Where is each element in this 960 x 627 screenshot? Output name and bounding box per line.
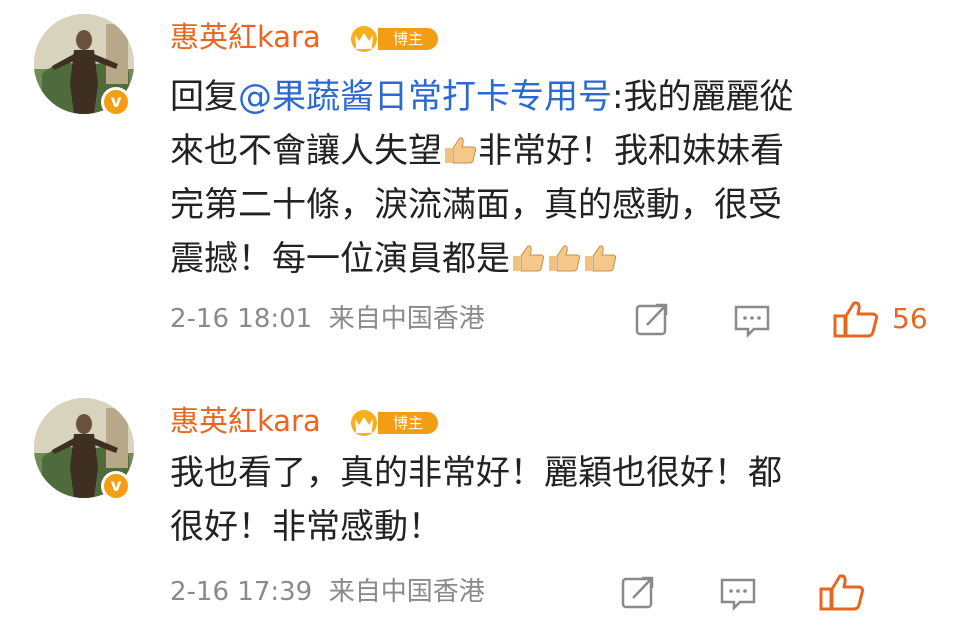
comment-icon — [734, 305, 770, 339]
like-icon — [819, 574, 865, 611]
comment-text-line: 來也不會讓人失望 — [170, 131, 442, 171]
like-count: 56 — [892, 302, 928, 335]
username[interactable]: 惠英紅kara — [170, 402, 321, 440]
comment-meta-row: 2-16 17:39 来自中国香港 — [170, 572, 960, 612]
comment-text-line: 非常好！我和妹妹看 — [478, 131, 784, 171]
repost-button[interactable] — [618, 572, 658, 612]
thumbs-up-emoji-icon — [585, 245, 617, 272]
verified-badge-icon: v — [101, 471, 131, 501]
comment-text-line: 我也看了，真的非常好！麗穎也很好！都 — [170, 453, 782, 493]
comment-text: 回复@果蔬酱日常打卡专用号:我的麗麗從 來也不會讓人失望 非常好！我和妹妹看 完第… — [170, 70, 900, 286]
comment-button[interactable] — [732, 299, 772, 339]
mention-link[interactable]: @果蔬酱日常打卡专用号 — [238, 77, 612, 117]
repost-icon — [621, 576, 654, 609]
repost-icon — [635, 303, 668, 336]
comment-item: v 惠英紅kara 博主 回复@果蔬酱日常打卡专用号:我的麗麗從 來也不會讓人失… — [0, 0, 960, 355]
thumbs-up-emoji-icon — [549, 245, 581, 272]
comment-text-line: :我的麗麗從 — [612, 77, 794, 117]
verified-badge-icon: v — [101, 87, 131, 117]
comment-text: 我也看了，真的非常好！麗穎也很好！都 很好！非常感動！ — [170, 446, 900, 554]
comment-text-line: 震撼！每一位演員都是 — [170, 239, 510, 279]
comment-button[interactable] — [718, 572, 758, 612]
comment-icon — [720, 578, 756, 612]
location-source: 来自中国香港 — [328, 577, 485, 607]
badge-label: 博主 — [378, 28, 438, 50]
location-source: 来自中国香港 — [328, 304, 485, 334]
like-button[interactable] — [818, 572, 868, 612]
repost-button[interactable] — [632, 299, 672, 339]
username[interactable]: 惠英紅kara — [170, 18, 321, 56]
thumbs-up-emoji-icon — [445, 137, 477, 164]
timestamp: 2-16 18:01 — [170, 304, 313, 334]
like-icon — [833, 301, 879, 338]
like-button[interactable] — [832, 299, 882, 339]
blogger-badge: 博主 — [348, 24, 438, 54]
badge-label: 博主 — [378, 412, 438, 434]
timestamp-source: 2-16 18:01 来自中国香港 — [170, 299, 485, 339]
comment-text-line: 很好！非常感動！ — [170, 507, 442, 547]
reply-prefix: 回复 — [170, 77, 238, 117]
comment-meta-row: 2-16 18:01 来自中国香港 56 — [170, 299, 960, 339]
timestamp: 2-16 17:39 — [170, 577, 313, 607]
thumbs-up-emoji-icon — [513, 245, 545, 272]
timestamp-source: 2-16 17:39 来自中国香港 — [170, 572, 485, 612]
blogger-badge: 博主 — [348, 408, 438, 438]
comment-item: v 惠英紅kara 博主 我也看了，真的非常好！麗穎也很好！都 很好！非常感動！… — [0, 384, 960, 627]
comment-text-line: 完第二十條，淚流滿面，真的感動，很受 — [170, 185, 782, 225]
